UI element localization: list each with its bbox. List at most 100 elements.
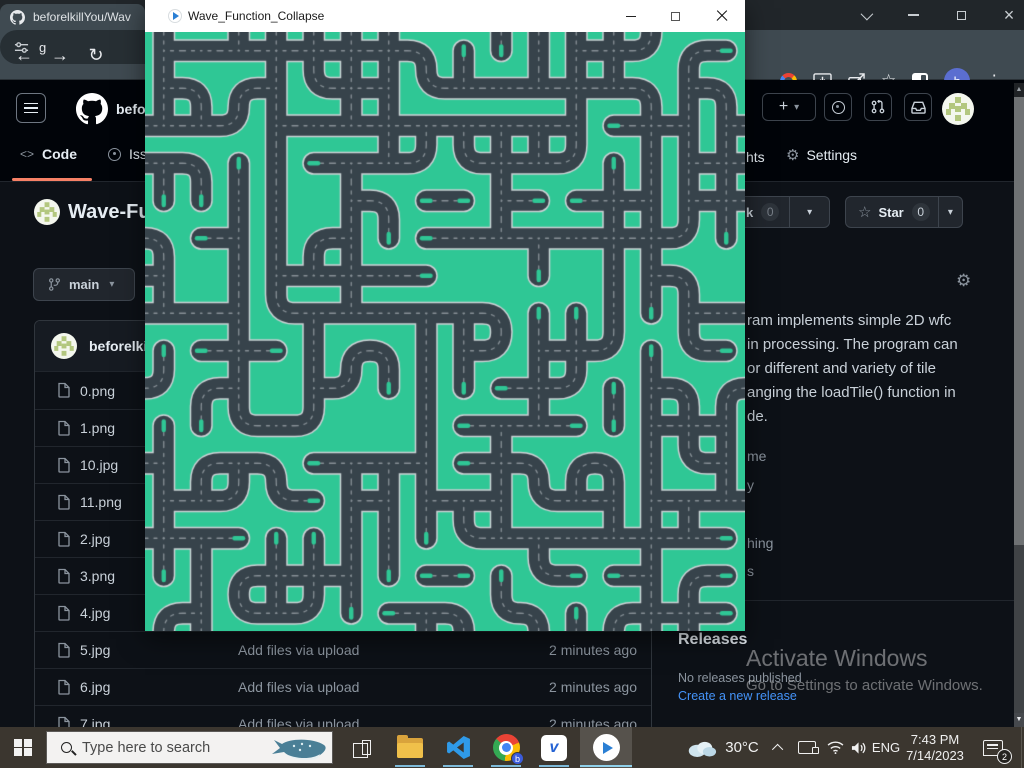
taskbar: Type here to search b v: [0, 727, 1024, 768]
plus-icon: +: [779, 98, 788, 116]
task-view-button[interactable]: [340, 727, 384, 768]
forward-button[interactable]: →: [46, 41, 74, 69]
processing-sketch-button-active[interactable]: [580, 727, 632, 768]
page-title[interactable]: Wave-Fu: [68, 201, 151, 224]
pull-requests-header-button[interactable]: [864, 93, 892, 121]
weather-widget[interactable]: 30°C: [680, 727, 764, 768]
vscode-button[interactable]: [436, 727, 480, 768]
back-button[interactable]: ←: [10, 41, 38, 69]
gear-icon: ⚙: [786, 146, 799, 164]
taskbar-search-box[interactable]: Type here to search: [46, 731, 333, 764]
app-close-button[interactable]: [698, 0, 745, 32]
reload-button[interactable]: ↻: [82, 41, 110, 69]
browser-close-button[interactable]: ×: [994, 3, 1024, 27]
file-name-link[interactable]: 10.jpg: [80, 457, 118, 473]
app-window-titlebar[interactable]: Wave_Function_Collapse: [145, 0, 745, 32]
action-center-button[interactable]: 2: [972, 727, 1014, 768]
file-name-link[interactable]: 4.jpg: [80, 605, 110, 621]
tab-settings[interactable]: ⚙ Settings: [786, 146, 857, 164]
file-name-link[interactable]: 3.png: [80, 568, 115, 584]
table-row: 5.jpg Add files via upload 2 minutes ago: [35, 631, 651, 668]
app-window-wave-function-collapse: Wave_Function_Collapse: [145, 0, 745, 631]
scrollbar-down-arrow[interactable]: ▼: [1014, 713, 1024, 727]
fork-caret[interactable]: ▾: [790, 207, 829, 218]
browser-tab[interactable]: beforelkillYou/Wav: [0, 4, 145, 30]
wfc-pattern-canvas: [145, 32, 745, 631]
branch-name: main: [69, 277, 99, 292]
tablet-mode-tray-icon[interactable]: [793, 727, 821, 768]
wifi-tray-icon[interactable]: [822, 727, 848, 768]
fork-button[interactable]: k 0 ▾: [735, 196, 830, 228]
file-icon: [56, 679, 72, 695]
file-explorer-button[interactable]: [388, 727, 432, 768]
star-button[interactable]: ☆ Star 0 ▾: [845, 196, 963, 228]
issue-icon: [832, 101, 845, 114]
play-icon: [173, 12, 179, 20]
app-window-icon: [168, 9, 182, 23]
show-desktop-divider[interactable]: [1021, 727, 1022, 768]
repo-avatar-identicon: [34, 199, 60, 225]
commit-time: 2 minutes ago: [549, 642, 637, 658]
chevron-down-icon: [860, 7, 873, 20]
app-maximize-button[interactable]: [653, 0, 698, 32]
about-meta-fragment: y: [747, 477, 754, 493]
scrollbar-thumb[interactable]: [1014, 97, 1024, 545]
file-name-link[interactable]: 1.png: [80, 420, 115, 436]
commit-message-link[interactable]: Add files via upload: [238, 642, 359, 658]
file-explorer-icon: [397, 738, 423, 758]
date-text: 7/14/2023: [906, 748, 964, 763]
browser-minimize-button[interactable]: [898, 3, 928, 27]
commit-author-avatar[interactable]: [51, 333, 77, 359]
user-avatar-identicon[interactable]: [942, 93, 974, 125]
branch-icon: [48, 278, 61, 291]
file-icon: [56, 605, 72, 621]
activate-windows-watermark-sub: Go to Settings to activate Windows.: [746, 677, 983, 694]
commit-message-link[interactable]: Add files via upload: [238, 679, 359, 695]
language-indicator[interactable]: ENG: [868, 727, 904, 768]
search-placeholder: Type here to search: [82, 740, 210, 756]
fork-label-fragment: k: [746, 205, 753, 220]
desktop-screen: beforelkillYou/Wav × ← → ↻ g ☆ b ⋮: [0, 0, 1024, 768]
table-row: 6.jpgAdd files via upload2 minutes ago: [35, 668, 651, 705]
hamburger-menu-button[interactable]: [16, 93, 46, 123]
releases-heading: Releases: [678, 631, 747, 649]
file-name-link[interactable]: 5.jpg: [80, 642, 110, 658]
issues-header-button[interactable]: [824, 93, 852, 121]
branch-selector-button[interactable]: main ▾: [33, 268, 135, 301]
create-new-button[interactable]: +▾: [762, 93, 816, 121]
file-name-link[interactable]: 11.png: [80, 494, 122, 510]
wifi-icon: [827, 741, 844, 754]
speaker-icon: [851, 741, 868, 755]
github-logo[interactable]: [76, 93, 108, 125]
start-button[interactable]: [0, 727, 46, 768]
file-name-link[interactable]: 2.jpg: [80, 531, 110, 547]
page-scrollbar[interactable]: ▲ ▼: [1014, 83, 1024, 727]
browser-menu-chevron[interactable]: [850, 3, 880, 27]
tray-expand-button[interactable]: [766, 727, 792, 768]
file-name-link[interactable]: 6.jpg: [80, 679, 110, 695]
file-name-link[interactable]: 0.png: [80, 383, 115, 399]
close-icon: [716, 10, 728, 22]
restore-icon: [957, 11, 966, 20]
browser-restore-button[interactable]: [946, 3, 976, 27]
inbox-header-button[interactable]: [904, 93, 932, 121]
tab-issues[interactable]: Iss: [108, 146, 147, 162]
vscode-icon: [446, 735, 471, 760]
about-meta-fragment: hing: [747, 535, 773, 551]
file-icon: [56, 494, 72, 510]
windows-logo-icon: [14, 739, 32, 757]
about-gear-icon[interactable]: ⚙: [956, 271, 971, 291]
scrollbar-up-arrow[interactable]: ▲: [1014, 83, 1024, 97]
about-text-line: or different and variety of tile: [747, 360, 936, 377]
star-caret[interactable]: ▾: [939, 207, 962, 218]
file-icon: [56, 420, 72, 436]
tab-insights-fragment[interactable]: hts: [746, 149, 765, 165]
maximize-icon: [671, 12, 680, 21]
tab-code[interactable]: <> Code: [20, 146, 77, 162]
chrome-button[interactable]: b: [484, 727, 528, 768]
app-minimize-button[interactable]: [608, 0, 653, 32]
about-text-line: de.: [747, 408, 768, 425]
active-tab-underline: [12, 178, 92, 181]
app-v-button[interactable]: v: [532, 727, 576, 768]
clock-widget[interactable]: 7:43 PM 7/14/2023: [902, 727, 968, 768]
